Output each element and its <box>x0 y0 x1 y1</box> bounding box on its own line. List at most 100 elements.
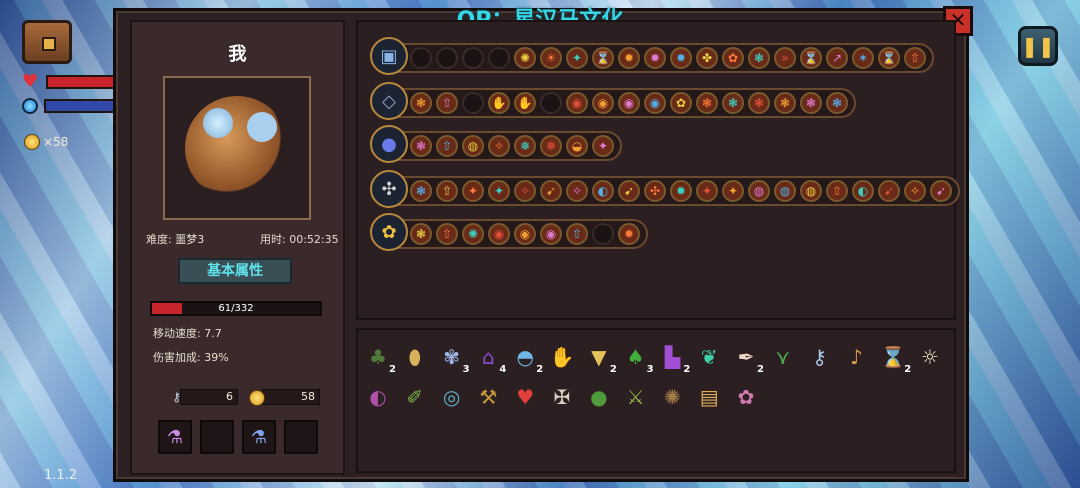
rune-icon[interactable]: ✿ <box>670 92 692 114</box>
rune-icon[interactable]: ❃ <box>774 92 796 114</box>
inventory-item[interactable]: ◓ 2 <box>511 343 543 375</box>
inventory-item[interactable]: ✿ <box>732 383 760 411</box>
rune-icon[interactable]: ❃ <box>410 135 432 157</box>
inventory-item[interactable]: ❦ <box>695 343 723 371</box>
rune-icon[interactable]: ❅ <box>540 135 562 157</box>
inventory-item[interactable]: ♠ 3 <box>622 343 654 375</box>
rune-icon[interactable]: ✧ <box>904 180 926 202</box>
inventory-item[interactable]: ⚔ <box>622 383 650 411</box>
inventory-item[interactable]: ● <box>585 383 613 411</box>
rune-icon[interactable]: » <box>774 47 796 69</box>
rune-icon[interactable] <box>592 223 614 245</box>
inventory-item[interactable]: ☼ <box>916 343 944 371</box>
rune-icon[interactable]: ❃ <box>800 92 822 114</box>
rune-icon[interactable]: ✿ <box>722 47 744 69</box>
rune-icon[interactable]: ⇧ <box>436 92 458 114</box>
rune-icon[interactable]: ◒ <box>566 135 588 157</box>
rune-icon[interactable]: ◐ <box>592 180 614 202</box>
rune-icon[interactable]: ✣ <box>644 180 666 202</box>
rune-icon[interactable]: ✋ <box>488 92 510 114</box>
rune-icon[interactable]: ✦ <box>722 180 744 202</box>
skill-row-head-icon[interactable]: ◇ <box>370 82 408 120</box>
equip-slot[interactable] <box>200 420 234 454</box>
rune-icon[interactable]: ➹ <box>618 180 640 202</box>
rune-icon[interactable]: ✹ <box>670 47 692 69</box>
rune-icon[interactable]: ⌛ <box>800 47 822 69</box>
rune-icon[interactable]: ✦ <box>696 180 718 202</box>
skill-row-head-icon[interactable]: ▣ <box>370 37 408 75</box>
rune-icon[interactable]: ◉ <box>514 223 536 245</box>
rune-icon[interactable]: ◉ <box>488 223 510 245</box>
rune-icon[interactable]: ❃ <box>748 47 770 69</box>
rune-icon[interactable]: ✧ <box>488 135 510 157</box>
rune-icon[interactable]: ◍ <box>800 180 822 202</box>
rune-icon[interactable]: ❅ <box>514 135 536 157</box>
rune-icon[interactable]: ✦ <box>566 47 588 69</box>
rune-icon[interactable]: ➹ <box>930 180 952 202</box>
inventory-item[interactable]: ⚷ <box>806 343 834 371</box>
rune-icon[interactable]: ✹ <box>618 47 640 69</box>
rune-icon[interactable]: ◉ <box>644 92 666 114</box>
rune-icon[interactable] <box>462 47 484 69</box>
rune-icon[interactable]: ↗ <box>826 47 848 69</box>
rune-icon[interactable]: ➹ <box>540 180 562 202</box>
rune-icon[interactable]: ☀ <box>540 47 562 69</box>
inventory-item[interactable]: ✋ <box>548 343 576 371</box>
inventory-item[interactable]: ♣ 2 <box>364 343 396 375</box>
rune-icon[interactable]: ✹ <box>644 47 666 69</box>
rune-icon[interactable]: ✤ <box>696 47 718 69</box>
inventory-item[interactable]: ▼ 2 <box>585 343 617 375</box>
inventory-item[interactable]: ✠ <box>548 383 576 411</box>
rune-icon[interactable]: ❃ <box>826 92 848 114</box>
rune-icon[interactable]: ⇧ <box>826 180 848 202</box>
rune-icon[interactable]: ◍ <box>774 180 796 202</box>
rune-icon[interactable]: ❃ <box>410 180 432 202</box>
inventory-item[interactable]: ✾ 3 <box>438 343 469 375</box>
inventory-item[interactable]: ♥ <box>511 383 539 411</box>
basic-attributes-button[interactable]: 基本属性 <box>178 258 292 284</box>
rune-icon[interactable]: ✋ <box>514 92 536 114</box>
rune-icon[interactable]: ◉ <box>566 92 588 114</box>
rune-icon[interactable]: ⇧ <box>904 47 926 69</box>
rune-icon[interactable]: ❃ <box>748 92 770 114</box>
rune-icon[interactable]: ⇧ <box>436 180 458 202</box>
rune-icon[interactable]: ✹ <box>670 180 692 202</box>
rune-icon[interactable]: ❃ <box>410 92 432 114</box>
rune-icon[interactable]: ✶ <box>852 47 874 69</box>
inventory-item[interactable]: ✐ <box>401 383 429 411</box>
rune-icon[interactable] <box>488 47 510 69</box>
rune-icon[interactable] <box>540 92 562 114</box>
rune-icon[interactable]: ◉ <box>592 92 614 114</box>
inventory-item[interactable]: ✒ 2 <box>732 343 764 375</box>
rune-icon[interactable]: ✦ <box>488 180 510 202</box>
equip-slot[interactable]: ⚗ <box>242 420 276 454</box>
rune-icon[interactable]: ✧ <box>514 180 536 202</box>
inventory-item[interactable]: ♪ <box>842 343 870 371</box>
rune-icon[interactable]: ◍ <box>748 180 770 202</box>
rune-icon[interactable]: ✦ <box>592 135 614 157</box>
rune-icon[interactable]: ◉ <box>618 92 640 114</box>
rune-icon[interactable]: ✹ <box>618 223 640 245</box>
inventory-item[interactable]: ⌛ 2 <box>879 343 911 375</box>
inventory-item[interactable]: ▤ <box>695 383 723 411</box>
rune-icon[interactable]: ➹ <box>878 180 900 202</box>
rune-icon[interactable] <box>410 47 432 69</box>
rune-icon[interactable]: ❃ <box>410 223 432 245</box>
equip-slot[interactable] <box>284 420 318 454</box>
rune-icon[interactable]: ⇧ <box>566 223 588 245</box>
rune-icon[interactable]: ◉ <box>540 223 562 245</box>
skill-row-head-icon[interactable]: ● <box>370 125 408 163</box>
rune-icon[interactable]: ✺ <box>514 47 536 69</box>
inventory-item[interactable]: ⬮ <box>401 343 429 371</box>
rune-icon[interactable]: ❃ <box>696 92 718 114</box>
skill-row-head-icon[interactable]: ✿ <box>370 213 408 251</box>
inventory-item[interactable]: ◎ <box>438 383 466 411</box>
rune-icon[interactable]: ⇧ <box>436 223 458 245</box>
rune-icon[interactable]: ⇧ <box>436 135 458 157</box>
inventory-item[interactable]: ⚒ <box>474 383 502 411</box>
rune-icon[interactable]: ✧ <box>566 180 588 202</box>
rune-icon[interactable]: ◍ <box>462 135 484 157</box>
skill-row-head-icon[interactable]: ✣ <box>370 170 408 208</box>
rune-icon[interactable]: ⌛ <box>878 47 900 69</box>
rune-icon[interactable]: ✺ <box>462 223 484 245</box>
